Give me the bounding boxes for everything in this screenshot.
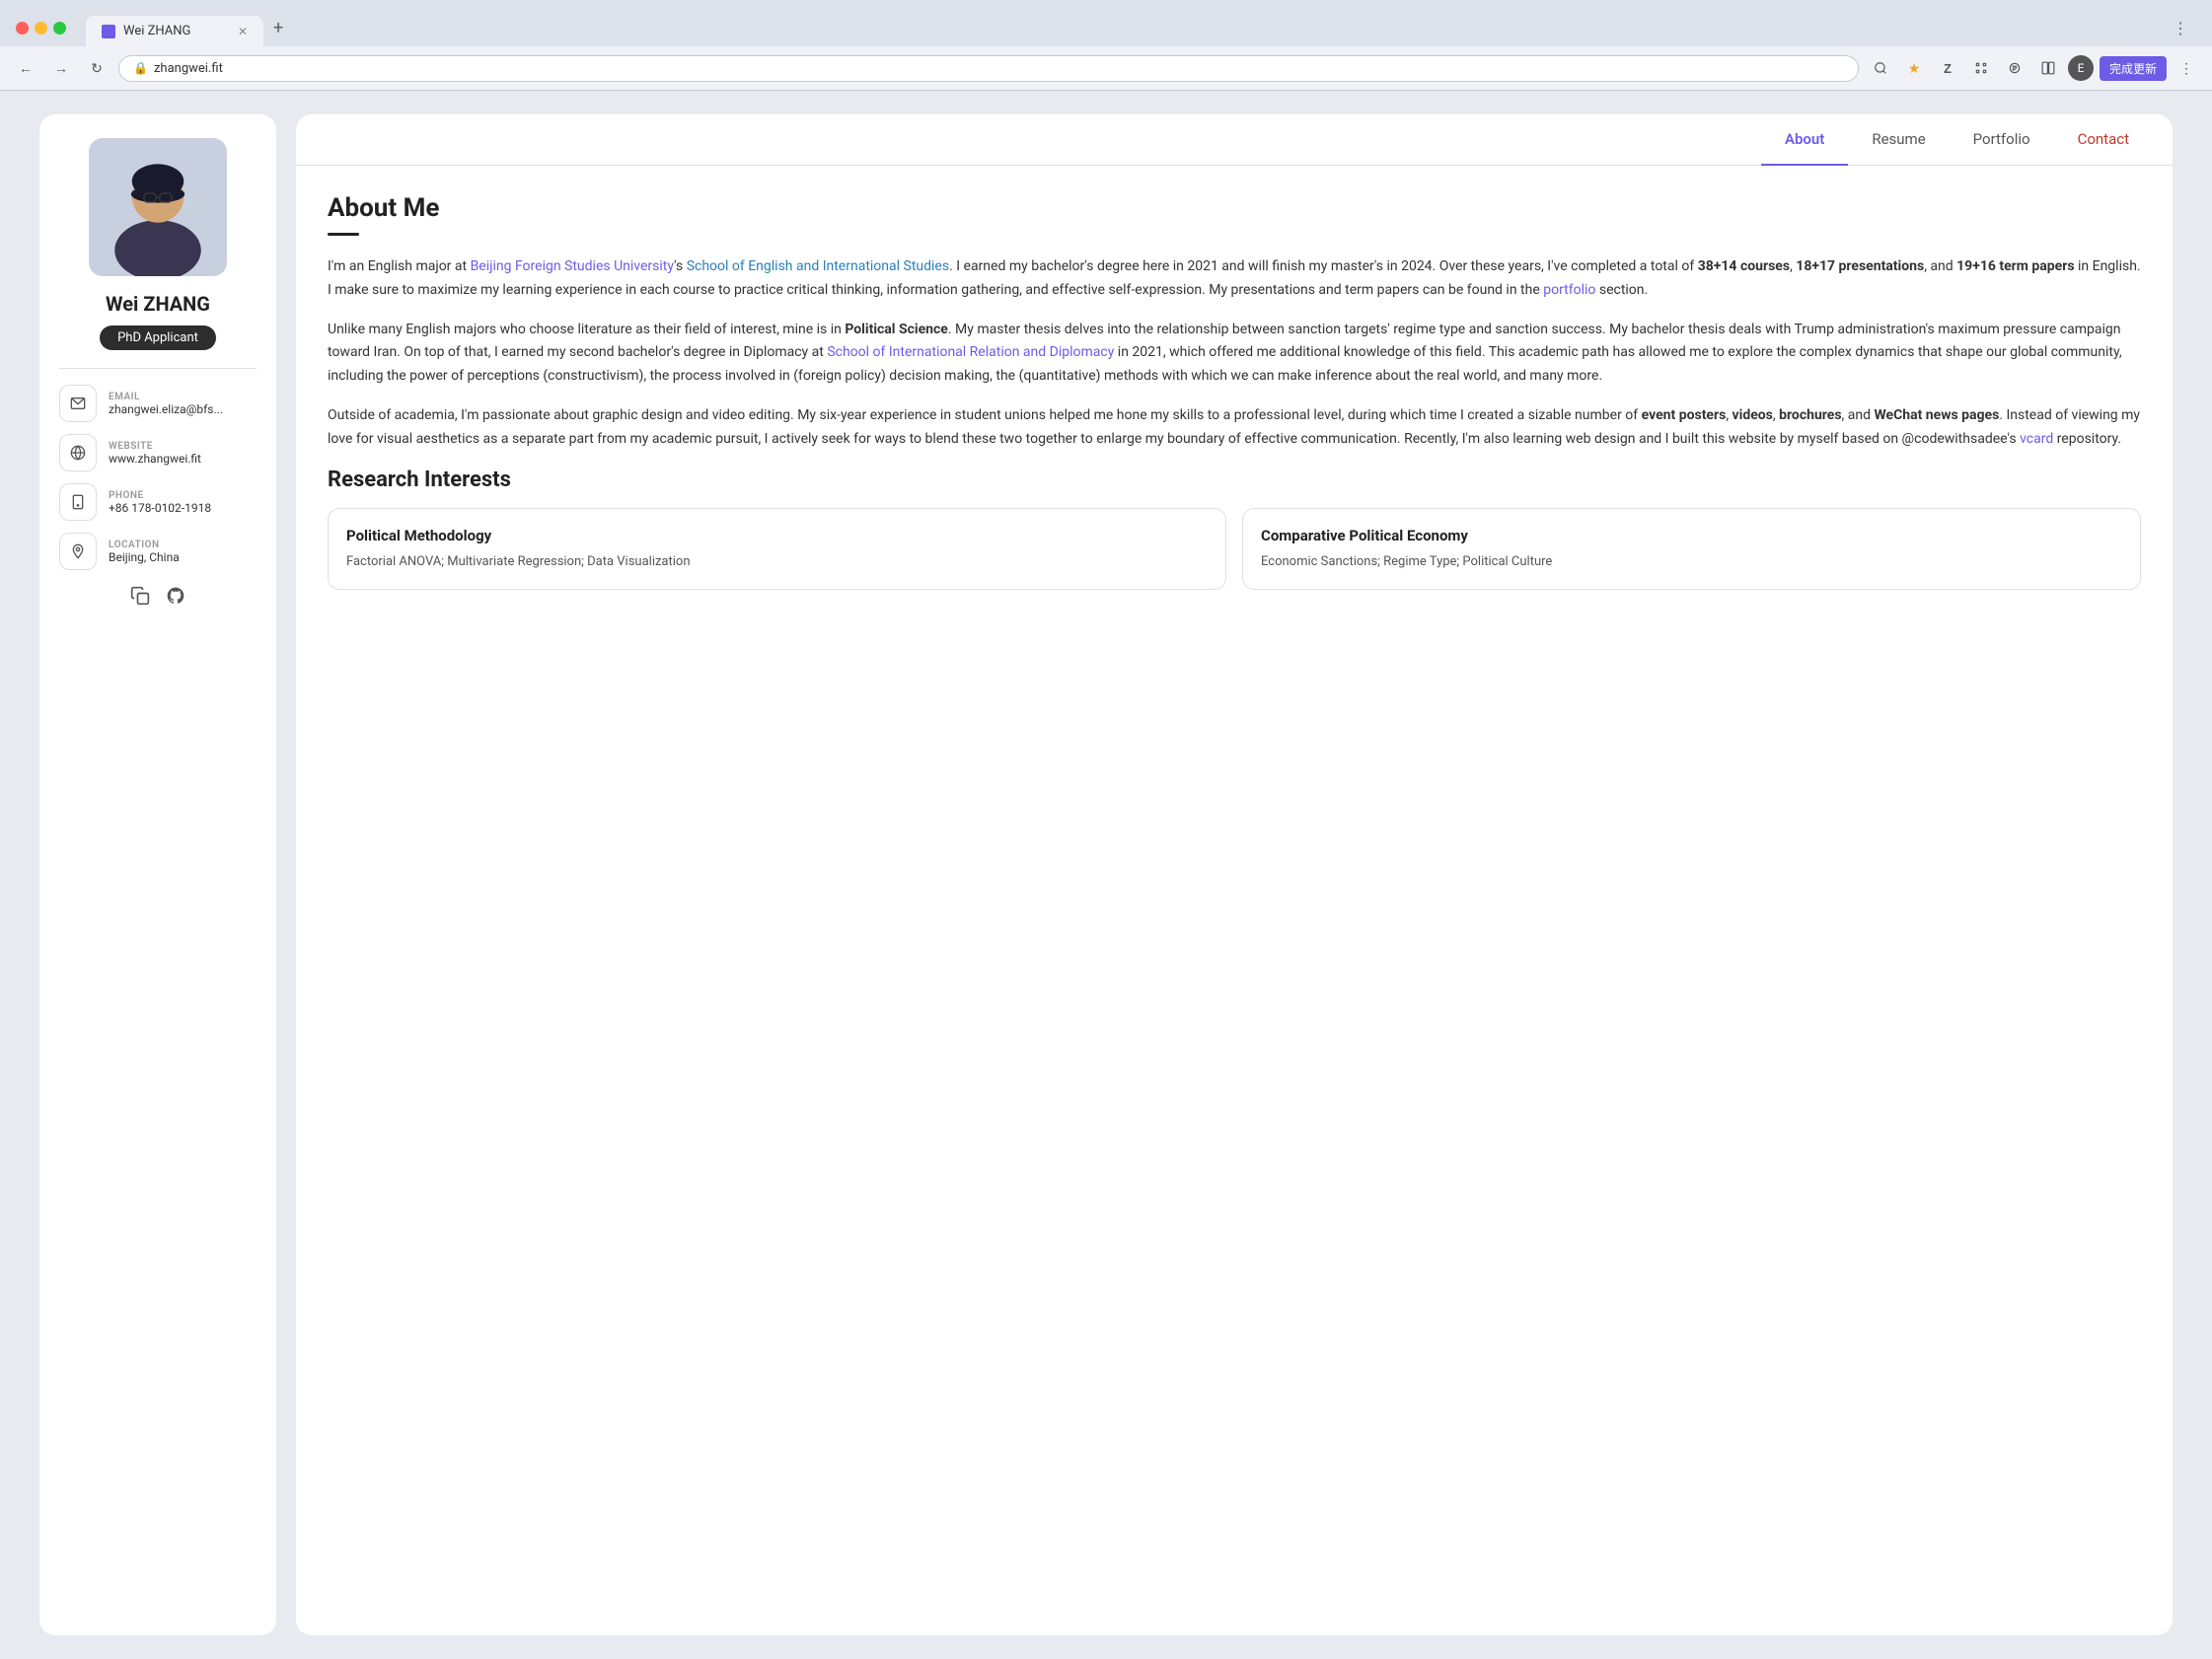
phone-icon-box <box>59 483 97 521</box>
address-bar[interactable]: 🔒 zhangwei.fit <box>118 55 1859 82</box>
research-card-1-title: Political Methodology <box>346 527 1208 544</box>
poli-sci-text: Political Science <box>845 322 948 337</box>
contact-item-phone: PHONE +86 178-0102-1918 <box>59 483 257 521</box>
phone-label: PHONE <box>109 490 211 501</box>
user-avatar-button[interactable]: E <box>2068 55 2094 81</box>
brochures-text: brochures <box>1779 407 1841 423</box>
title-underline <box>328 233 359 236</box>
more-options-button[interactable]: ⋮ <box>2165 15 2196 41</box>
toolbar-actions: ★ Z E 完成更新 ⋮ <box>1867 54 2200 82</box>
tab-contact[interactable]: Contact <box>2054 114 2153 166</box>
research-card-2-title: Comparative Political Economy <box>1261 527 2122 544</box>
search-button[interactable] <box>1867 54 1894 82</box>
content-area: About Me I'm an English major at Beijing… <box>296 166 2173 617</box>
lock-icon: 🔒 <box>133 61 148 75</box>
bookmark-button[interactable]: ★ <box>1900 54 1928 82</box>
divider <box>59 368 257 369</box>
update-button[interactable]: 完成更新 <box>2100 56 2167 81</box>
portfolio-link[interactable]: portfolio <box>1543 282 1595 298</box>
bfsu-link[interactable]: Beijing Foreign Studies University <box>471 258 675 274</box>
tab-close-button[interactable]: ✕ <box>238 25 248 38</box>
social-links <box>130 586 185 611</box>
address-text: zhangwei.fit <box>154 61 223 76</box>
extensions-button[interactable] <box>1967 54 1995 82</box>
location-value: Beijing, China <box>109 550 180 564</box>
phone-value: +86 178-0102-1918 <box>109 501 211 515</box>
zotero-button[interactable]: Z <box>1934 54 1961 82</box>
videos-text: videos <box>1733 407 1773 423</box>
paragraph-1: I'm an English major at Beijing Foreign … <box>328 255 2141 303</box>
tab-favicon <box>102 25 115 38</box>
presentations-stat: 18+17 presentations <box>1796 258 1924 274</box>
maximize-window-button[interactable] <box>53 22 66 35</box>
location-icon-box <box>59 533 97 570</box>
tab-about[interactable]: About <box>1761 114 1848 166</box>
globe-icon-box <box>59 434 97 471</box>
paragraph-2: Unlike many English majors who choose li… <box>328 319 2141 389</box>
sidebar-card: Wei ZHANG PhD Applicant EMAIL zhangwei.e… <box>39 114 276 1635</box>
location-label: LOCATION <box>109 540 180 550</box>
tab-resume[interactable]: Resume <box>1848 114 1949 166</box>
profile-photo <box>89 138 227 276</box>
contact-item-website: WEBSITE www.zhangwei.fit <box>59 434 257 471</box>
posters-text: event posters <box>1642 407 1727 423</box>
profile-badge: PhD Applicant <box>100 325 216 350</box>
tab-bar: Wei ZHANG ✕ + <box>86 10 2157 46</box>
reader-mode-button[interactable] <box>2001 54 2028 82</box>
close-window-button[interactable] <box>16 22 29 35</box>
about-me-title: About Me <box>328 193 2141 223</box>
profile-name: Wei ZHANG <box>106 292 210 316</box>
forward-button[interactable]: → <box>47 54 75 82</box>
split-view-button[interactable] <box>2034 54 2062 82</box>
copy-link-button[interactable] <box>130 586 150 611</box>
tab-title: Wei ZHANG <box>123 24 190 38</box>
research-card-2-body: Economic Sanctions; Regime Type; Politic… <box>1261 552 2122 572</box>
email-icon-box <box>59 385 97 422</box>
school-link[interactable]: School of English and International Stud… <box>687 258 949 274</box>
contact-item-location: LOCATION Beijing, China <box>59 533 257 570</box>
wechat-text: WeChat news pages <box>1875 407 2000 423</box>
new-tab-button[interactable]: + <box>263 10 293 46</box>
main-content: About Resume Portfolio Contact About Me … <box>296 114 2173 1635</box>
contact-item-email: EMAIL zhangwei.eliza@bfs... <box>59 385 257 422</box>
browser-toolbar: ← → ↻ 🔒 zhangwei.fit ★ Z <box>0 46 2212 90</box>
contact-list: EMAIL zhangwei.eliza@bfs... WEBSITE www.… <box>59 385 257 570</box>
email-label: EMAIL <box>109 392 223 402</box>
research-card-1: Political Methodology Factorial ANOVA; M… <box>328 508 1226 591</box>
github-link-button[interactable] <box>166 586 185 611</box>
page-content: Wei ZHANG PhD Applicant EMAIL zhangwei.e… <box>0 91 2212 1659</box>
papers-stat: 19+16 term papers <box>1956 258 2074 274</box>
sird-link[interactable]: School of International Relation and Dip… <box>827 344 1114 360</box>
back-button[interactable]: ← <box>12 54 39 82</box>
website-value: www.zhangwei.fit <box>109 452 201 466</box>
traffic-lights <box>16 22 66 35</box>
research-card-2: Comparative Political Economy Economic S… <box>1242 508 2141 591</box>
menu-button[interactable]: ⋮ <box>2173 54 2200 82</box>
nav-tabs: About Resume Portfolio Contact <box>296 114 2173 166</box>
tab-portfolio[interactable]: Portfolio <box>1950 114 2054 166</box>
vcard-link[interactable]: vcard <box>2020 431 2053 447</box>
website-label: WEBSITE <box>109 441 201 452</box>
email-value: zhangwei.eliza@bfs... <box>109 402 223 416</box>
courses-stat: 38+14 courses <box>1698 258 1790 274</box>
browser-tab[interactable]: Wei ZHANG ✕ <box>86 16 263 46</box>
research-cards: Political Methodology Factorial ANOVA; M… <box>328 508 2141 591</box>
refresh-button[interactable]: ↻ <box>83 54 111 82</box>
research-card-1-body: Factorial ANOVA; Multivariate Regression… <box>346 552 1208 572</box>
research-interests-title: Research Interests <box>328 468 2141 492</box>
minimize-window-button[interactable] <box>35 22 47 35</box>
paragraph-3: Outside of academia, I'm passionate abou… <box>328 404 2141 452</box>
